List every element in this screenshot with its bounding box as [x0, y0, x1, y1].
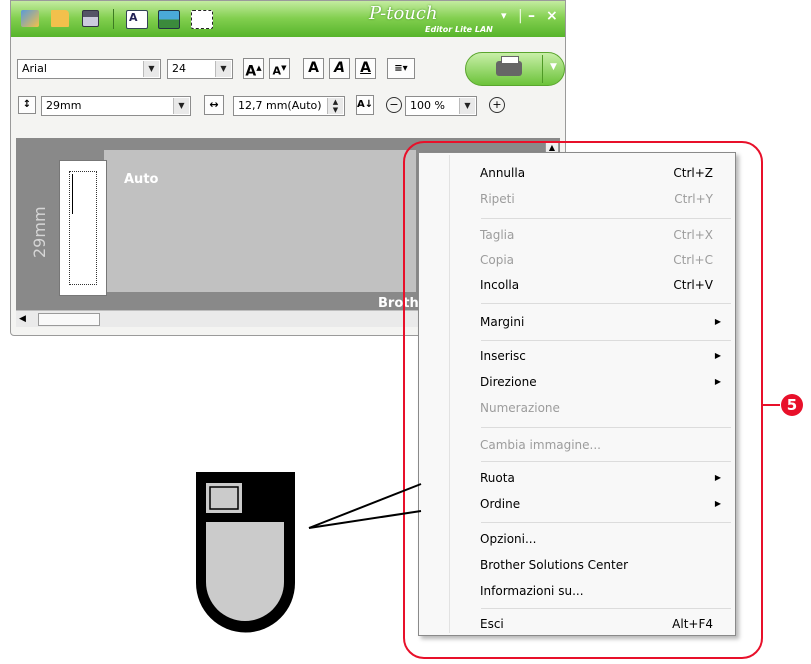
step-number-badge: 5	[781, 394, 803, 416]
callout-overlay	[196, 141, 780, 659]
highlight-frame	[403, 141, 763, 659]
mouse-right-click-icon	[196, 472, 295, 633]
